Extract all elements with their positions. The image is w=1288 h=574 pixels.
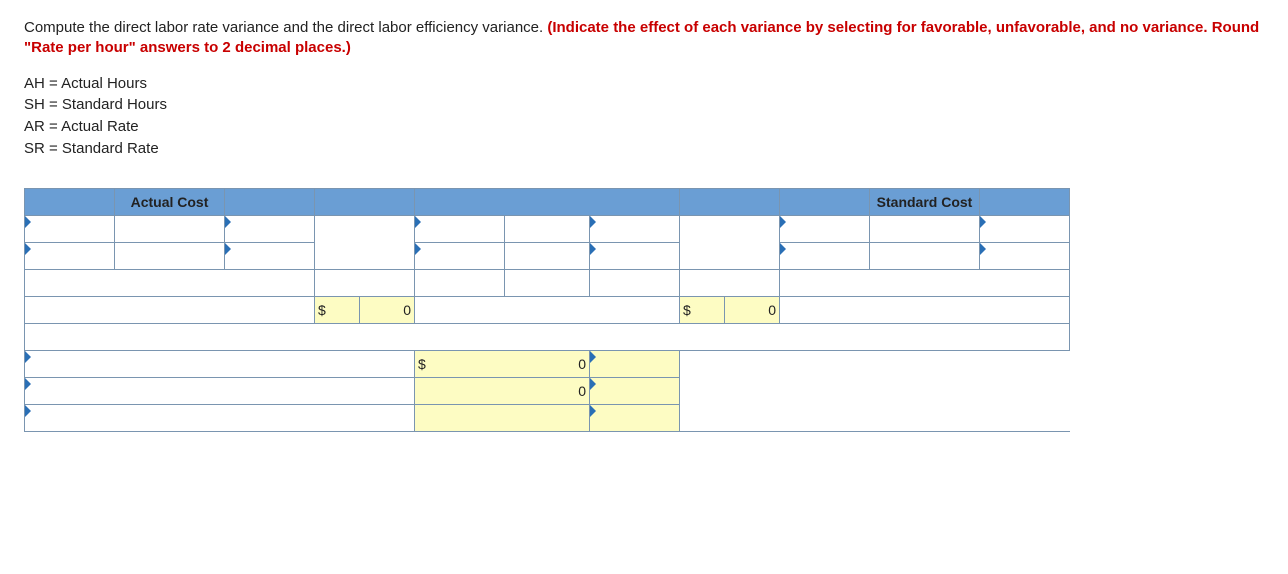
cell[interactable] [505, 215, 590, 242]
legend-ah: AH = Actual Hours [24, 73, 1264, 95]
blank-cell [780, 296, 1070, 323]
blank-cell [315, 269, 415, 296]
variance-table: Actual Cost Standard Cost $ 0 $ 0 $ [24, 188, 1070, 432]
blank-cell [680, 269, 780, 296]
legend-ar: AR = Actual Rate [24, 116, 1264, 138]
legend-block: AH = Actual Hours SH = Standard Hours AR… [24, 73, 1264, 160]
variance-label-input[interactable] [25, 377, 415, 404]
spacer [680, 215, 780, 269]
input-cell[interactable] [780, 215, 870, 242]
actual-cost-blank-header-2 [225, 188, 315, 215]
input-cell[interactable] [590, 215, 680, 242]
mid-left-header [315, 188, 415, 215]
variance-select[interactable] [590, 377, 680, 404]
input-cell[interactable] [415, 215, 505, 242]
blank-tail [680, 404, 1070, 431]
mid-right-header [680, 188, 780, 215]
legend-sr: SR = Standard Rate [24, 138, 1264, 160]
cell[interactable] [115, 215, 225, 242]
standard-cost-blank-header-2 [980, 188, 1070, 215]
spacer [315, 215, 415, 269]
blank-cell [415, 296, 680, 323]
actual-cost-header: Actual Cost [115, 188, 225, 215]
cell[interactable] [870, 242, 980, 269]
input-cell[interactable] [980, 215, 1070, 242]
input-cell[interactable] [590, 242, 680, 269]
input-cell[interactable] [225, 215, 315, 242]
input-cell[interactable] [225, 242, 315, 269]
actual-cost-blank-header [25, 188, 115, 215]
variance-total [415, 404, 590, 431]
calc-zero: 0 [360, 296, 415, 323]
input-cell[interactable] [415, 242, 505, 269]
question-text: Compute the direct labor rate variance a… [24, 18, 1264, 59]
input-cell[interactable] [25, 215, 115, 242]
input-cell[interactable] [780, 242, 870, 269]
variance-select[interactable] [590, 350, 680, 377]
cell[interactable] [505, 242, 590, 269]
variance-select[interactable] [590, 404, 680, 431]
blank-cell [590, 269, 680, 296]
variance-blank [415, 377, 505, 404]
blank-tail [680, 350, 1070, 377]
legend-sh: SH = Standard Hours [24, 94, 1264, 116]
variance-dollar: $ [415, 350, 505, 377]
cell[interactable] [115, 242, 225, 269]
full-row [25, 323, 1070, 350]
calc-dollar: $ [315, 296, 360, 323]
cell[interactable] [870, 215, 980, 242]
variance-zero: 0 [505, 350, 590, 377]
blank-cell [25, 269, 315, 296]
input-cell[interactable] [980, 242, 1070, 269]
input-cell[interactable] [25, 242, 115, 269]
blank-cell [415, 269, 505, 296]
variance-zero: 0 [505, 377, 590, 404]
blank-cell [780, 269, 1070, 296]
calc-dollar: $ [680, 296, 725, 323]
variance-label-input[interactable] [25, 404, 415, 431]
blank-tail [680, 377, 1070, 404]
mid-center-header [415, 188, 680, 215]
blank-cell [505, 269, 590, 296]
question-plain: Compute the direct labor rate variance a… [24, 19, 547, 36]
variance-label-input[interactable] [25, 350, 415, 377]
standard-cost-blank-header [780, 188, 870, 215]
standard-cost-header: Standard Cost [870, 188, 980, 215]
blank-cell [25, 296, 315, 323]
calc-zero: 0 [725, 296, 780, 323]
